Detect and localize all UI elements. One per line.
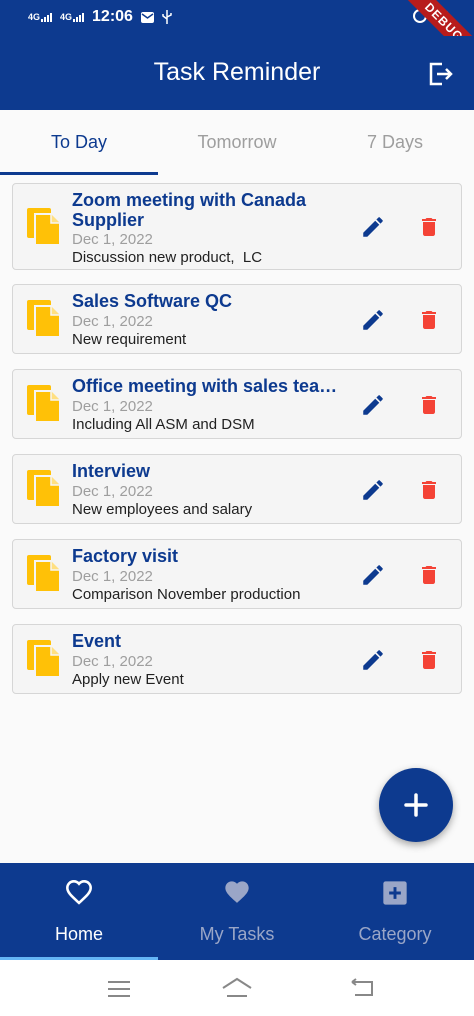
tab-today[interactable]: To Day — [0, 132, 158, 153]
signal-icon-2: 4G — [60, 11, 85, 22]
task-date: Dec 1, 2022 — [72, 653, 153, 670]
task-description: New employees and salary — [72, 501, 253, 518]
status-left: 4G 4G 12:06 — [28, 8, 172, 26]
message-icon — [140, 11, 154, 23]
heart-outline-icon — [66, 880, 92, 905]
task-title: Office meeting with sales team... — [72, 376, 344, 396]
task-description: Including All ASM and DSM — [72, 416, 255, 433]
nav-home[interactable]: Home — [0, 863, 158, 960]
add-box-icon — [383, 881, 407, 905]
document-icon — [27, 555, 61, 593]
delete-icon[interactable] — [417, 647, 441, 673]
network-type-2: 4G — [60, 11, 73, 22]
document-icon — [27, 300, 61, 338]
home-icon[interactable] — [221, 976, 253, 998]
document-icon — [27, 470, 61, 508]
edit-icon[interactable] — [360, 214, 386, 240]
task-card[interactable]: Office meeting with sales team... Dec 1,… — [12, 369, 462, 439]
document-icon — [27, 640, 61, 678]
nav-my-tasks[interactable]: My Tasks — [158, 863, 316, 960]
document-icon — [27, 208, 61, 246]
tab-indicator — [0, 172, 158, 175]
edit-icon[interactable] — [360, 647, 386, 673]
back-icon[interactable] — [349, 978, 375, 998]
task-description: Discussion new product, LC — [72, 249, 263, 266]
nav-home-label: Home — [54, 924, 103, 944]
system-nav-bar — [0, 960, 474, 1016]
task-date: Dec 1, 2022 — [72, 313, 153, 330]
page-title: Task Reminder — [153, 58, 321, 86]
usb-icon — [162, 10, 172, 24]
bottom-nav: Home My Tasks Category — [0, 863, 474, 960]
task-title: Zoom meeting with Canada Supplier — [72, 190, 307, 230]
menu-icon[interactable] — [107, 980, 131, 998]
task-date: Dec 1, 2022 — [72, 398, 153, 415]
edit-icon[interactable] — [360, 562, 386, 588]
task-card[interactable]: Event Dec 1, 2022 Apply new Event — [12, 624, 462, 694]
status-time: 12:06 — [92, 8, 133, 25]
delete-icon[interactable] — [417, 477, 441, 503]
delete-icon[interactable] — [417, 214, 441, 240]
task-card[interactable]: Zoom meeting with Canada Supplier Dec 1,… — [12, 183, 462, 270]
logout-icon[interactable] — [426, 60, 454, 88]
edit-icon[interactable] — [360, 392, 386, 418]
task-title: Factory visit — [72, 546, 179, 566]
tab-bar: To Day Tomorrow 7 Days — [0, 110, 474, 176]
edit-icon[interactable] — [360, 307, 386, 333]
task-date: Dec 1, 2022 — [72, 231, 153, 248]
task-description: New requirement — [72, 331, 187, 348]
task-date: Dec 1, 2022 — [72, 483, 153, 500]
task-title: Interview — [72, 461, 151, 481]
delete-icon[interactable] — [417, 392, 441, 418]
signal-icon: 4G — [28, 11, 53, 22]
heart-filled-icon — [225, 881, 249, 903]
plus-icon — [404, 793, 428, 817]
nav-category-label: Category — [358, 924, 432, 944]
tab-tomorrow[interactable]: Tomorrow — [158, 132, 316, 153]
task-description: Apply new Event — [72, 671, 184, 688]
task-card[interactable]: Sales Software QC Dec 1, 2022 New requir… — [12, 284, 462, 354]
nav-my-tasks-label: My Tasks — [199, 924, 275, 944]
app-bar: Task Reminder — [0, 36, 474, 110]
delete-icon[interactable] — [417, 307, 441, 333]
task-date: Dec 1, 2022 — [72, 568, 153, 585]
task-description: Comparison November production — [72, 586, 301, 603]
task-title: Event — [72, 631, 122, 651]
document-icon — [27, 385, 61, 423]
delete-icon[interactable] — [417, 562, 441, 588]
add-task-button[interactable] — [379, 768, 453, 842]
task-title: Sales Software QC — [72, 291, 233, 311]
nav-category[interactable]: Category — [316, 863, 474, 960]
task-card[interactable]: Factory visit Dec 1, 2022 Comparison Nov… — [12, 539, 462, 609]
tab-7-days[interactable]: 7 Days — [316, 132, 474, 153]
status-bar: 4G 4G 12:06 56 DEBUG — [0, 0, 474, 72]
task-card[interactable]: Interview Dec 1, 2022 New employees and … — [12, 454, 462, 524]
edit-icon[interactable] — [360, 477, 386, 503]
network-type-1: 4G — [28, 11, 41, 22]
